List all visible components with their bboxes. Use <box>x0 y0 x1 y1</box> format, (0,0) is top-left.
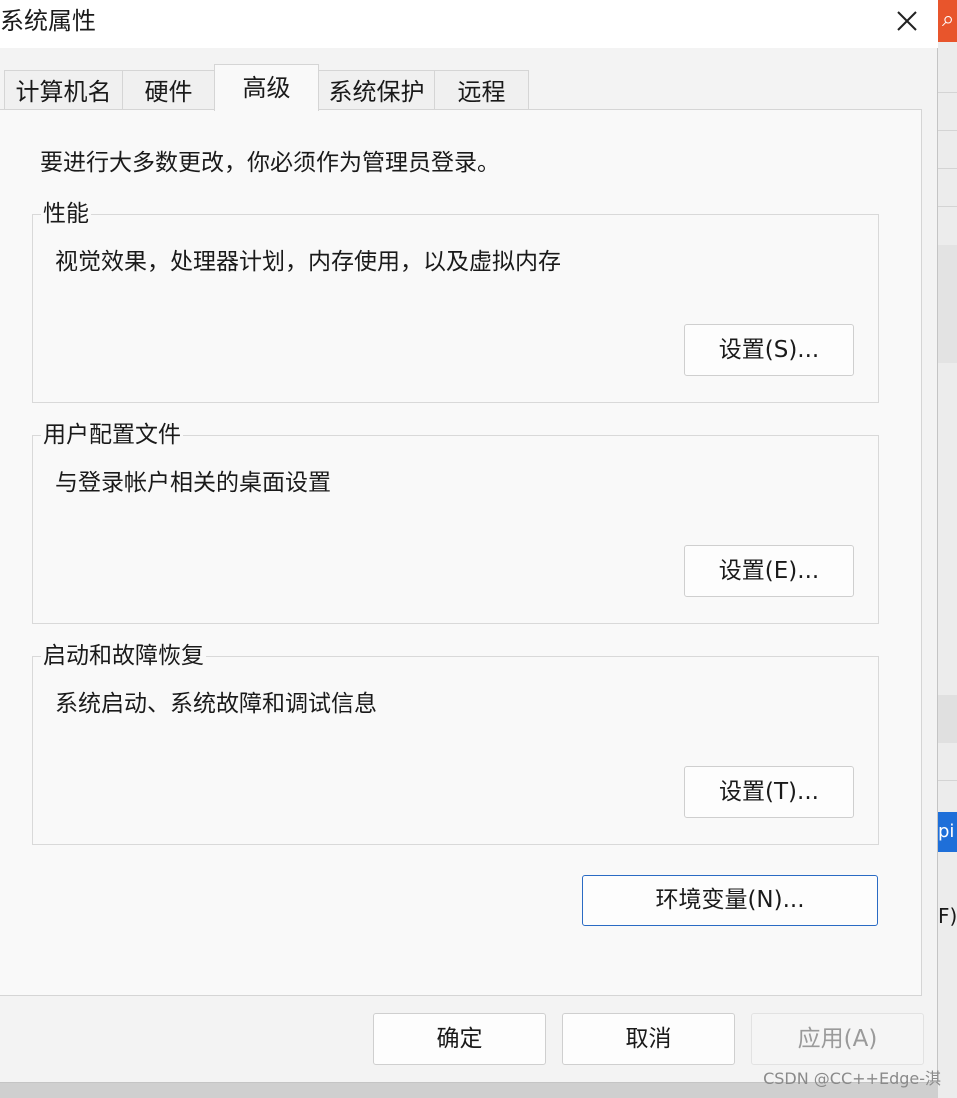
tab-remote[interactable]: 远程 <box>434 70 529 110</box>
close-button[interactable] <box>880 0 934 44</box>
admin-notice: 要进行大多数更改，你必须作为管理员登录。 <box>40 150 500 176</box>
group-description: 与登录帐户相关的桌面设置 <box>55 470 331 496</box>
environment-variables-button[interactable]: 环境变量(N)... <box>582 875 878 926</box>
user-profiles-settings-button[interactable]: 设置(E)... <box>684 545 854 597</box>
ok-button[interactable]: 确定 <box>373 1013 546 1065</box>
background-selected-item: pi <box>938 812 957 852</box>
title-bar: 系统属性 <box>0 0 938 48</box>
tab-hardware[interactable]: 硬件 <box>122 70 215 110</box>
background-app-search-icon: ⌕ <box>938 0 957 42</box>
system-properties-dialog: 系统属性 计算机名 硬件 高级 系统保护 远程 要进行大多数更改，你必须作为管理… <box>0 0 938 1083</box>
background-text-fragment: F) <box>938 904 957 928</box>
group-title: 用户配置文件 <box>41 420 183 450</box>
group-description: 视觉效果，处理器计划，内存使用，以及虚拟内存 <box>55 249 561 275</box>
watermark: CSDN @CC++Edge-淇 <box>763 1069 941 1088</box>
cancel-button[interactable]: 取消 <box>562 1013 735 1065</box>
group-user-profiles: 用户配置文件 与登录帐户相关的桌面设置 设置(E)... <box>32 420 879 624</box>
group-performance: 性能 视觉效果，处理器计划，内存使用，以及虚拟内存 设置(S)... <box>32 199 879 403</box>
tab-computer-name[interactable]: 计算机名 <box>4 70 123 110</box>
startup-recovery-settings-button[interactable]: 设置(T)... <box>684 766 854 818</box>
window-title: 系统属性 <box>0 7 96 35</box>
close-icon <box>897 11 917 31</box>
performance-settings-button[interactable]: 设置(S)... <box>684 324 854 376</box>
background-app-edge: ⌕ pi F) <box>938 0 957 1098</box>
apply-button[interactable]: 应用(A) <box>751 1013 924 1065</box>
group-description: 系统启动、系统故障和调试信息 <box>55 691 377 717</box>
group-title: 启动和故障恢复 <box>41 641 206 671</box>
tab-system-protection[interactable]: 系统保护 <box>318 70 435 110</box>
tab-advanced[interactable]: 高级 <box>214 64 319 111</box>
tab-panel-advanced: 要进行大多数更改，你必须作为管理员登录。 性能 视觉效果，处理器计划，内存使用，… <box>0 109 922 996</box>
group-title: 性能 <box>41 199 91 229</box>
group-startup-recovery: 启动和故障恢复 系统启动、系统故障和调试信息 设置(T)... <box>32 641 879 845</box>
